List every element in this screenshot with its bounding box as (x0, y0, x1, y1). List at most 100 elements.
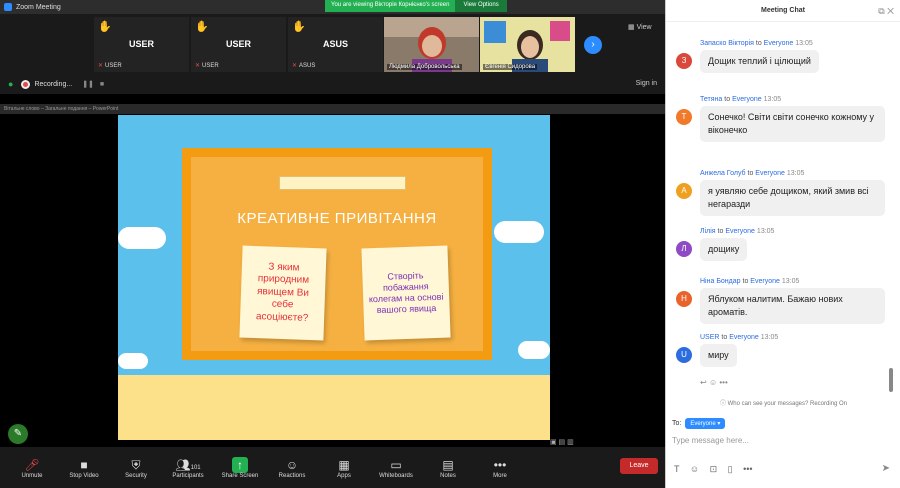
cloud-decoration (118, 227, 166, 249)
message-time: 13:05 (786, 170, 805, 177)
message-meta: Запаско Вікторія to Everyone 13:05 (700, 38, 891, 50)
annotate-pencil-icon[interactable]: ✎ (8, 424, 28, 444)
shared-window-title: Вітальне слово – Загальне подання – Powe… (0, 104, 665, 114)
muted-mic-icon: 🎤︎ (24, 457, 40, 472)
message-bubble: я уявляю себе дощиком, який змив всі нег… (700, 180, 885, 217)
message-meta: Анжела Голуб to Everyone 13:05 (700, 168, 891, 180)
privacy-notice[interactable]: ⓘ Who can see your messages? Recording O… (666, 398, 900, 407)
message-time: 13:05 (781, 278, 800, 285)
avatar[interactable]: U (676, 347, 692, 363)
stop-video-button[interactable]: ■ Stop Video (58, 457, 110, 479)
share-screen-button[interactable]: ↑ Share Screen (214, 456, 266, 479)
muted-mic-icon: ✕ (195, 63, 201, 69)
leave-button[interactable]: Leave (620, 458, 658, 474)
next-page-arrow-icon[interactable]: › (584, 36, 602, 54)
muted-mic-icon: ✕ (292, 63, 298, 69)
info-icon: ⓘ (719, 401, 728, 407)
participants-icon: 👥︎101 (175, 457, 201, 472)
video-camera-icon: ■ (80, 457, 88, 472)
message-time: 13:05 (795, 40, 813, 47)
message-bubble: Дощик теплий і цілющий (700, 50, 819, 74)
chat-scrollbar[interactable] (889, 368, 893, 392)
to-label: to (742, 278, 749, 285)
slide-heading: КРЕАТИВНЕ ПРИВІТАННЯ (237, 210, 437, 227)
participant-video[interactable]: Людмила Добровольська (384, 17, 479, 72)
emoji-icon: ☺ (708, 378, 718, 387)
format-icon: T (674, 464, 680, 474)
participant-label: ASUS (322, 39, 348, 49)
recipient-name: Everyone (732, 96, 762, 103)
view-button[interactable]: ▦ View (628, 23, 652, 31)
ground-floor (118, 375, 550, 440)
chat-input-tools[interactable]: T ☺ ⊡ ▯ ••• (674, 464, 753, 475)
apps-button[interactable]: ▦ Apps (318, 457, 370, 479)
message-reactions[interactable]: ↩ ☺ ••• (700, 378, 728, 387)
message-meta: USER to Everyone 13:05 (700, 332, 891, 344)
chat-message: U USER to Everyone 13:05 миру (666, 332, 891, 368)
recording-label: Recording... (34, 80, 73, 88)
pause-icon[interactable]: ❚❚ (82, 80, 94, 88)
status-bar: ● Recording... ❚❚ ■ Sign in (0, 74, 665, 94)
message-time: 13:05 (763, 96, 782, 103)
stop-icon[interactable]: ■ (100, 81, 104, 88)
sender-name: Ніна Бондар (700, 278, 741, 285)
message-bubble: Сонечко! Світи світи сонечко кожному у в… (700, 106, 885, 143)
recipient-name: Everyone (729, 334, 759, 341)
viewing-screen-label: You are viewing Вікторія Корнієнко's scr… (325, 0, 456, 12)
security-button[interactable]: ⛨ Security (110, 457, 162, 479)
participant-tile[interactable]: ✋ USER ✕ USER (94, 17, 189, 72)
message-meta: Тетяна to Everyone 13:05 (700, 94, 891, 106)
message-bubble: миру (700, 344, 737, 368)
cloud-decoration (518, 341, 550, 359)
send-icon[interactable]: ➤ (882, 463, 890, 474)
popout-icon: ⧉ (878, 6, 885, 16)
message-bubble: дощику (700, 238, 748, 262)
sender-name: USER (700, 334, 720, 341)
shield-icon: ● (8, 79, 14, 89)
chat-message: З Запаско Вікторія to Everyone 13:05 Дощик … (666, 38, 891, 74)
share-banner: You are viewing Вікторія Корнієнко's scr… (325, 0, 507, 12)
participant-tile[interactable]: ✋ ASUS ✕ ASUS (288, 17, 383, 72)
chat-title: Meeting Chat (761, 7, 805, 14)
participant-name: ✕ ASUS (292, 63, 316, 69)
grid-icon: ▦ (628, 24, 637, 31)
emoji-icon: ☺ (689, 464, 700, 474)
share-screen-icon: ↑ (232, 456, 248, 473)
video-participant-name: Людмила Добровольська (387, 64, 462, 70)
notes-icon: ▤ (442, 457, 454, 472)
unmute-button[interactable]: 🎤︎ Unmute (6, 457, 58, 479)
message-time: 13:05 (760, 334, 779, 341)
whiteboards-button[interactable]: ▭ Whiteboards (370, 457, 422, 479)
participants-button[interactable]: 👥︎101 Participants (162, 457, 214, 479)
participant-video[interactable]: Євгенія Сидорова (480, 17, 575, 72)
view-options-button[interactable]: View Options (455, 0, 507, 12)
to-label: to (747, 170, 754, 177)
avatar[interactable]: Л (676, 241, 692, 257)
avatar[interactable]: Т (676, 109, 692, 125)
sticky-note-question: З яким природним явищем Ви себе асоціюєт… (239, 245, 327, 341)
chat-message-input[interactable]: Type message here... (672, 436, 895, 452)
whiteboard-icon: ▭ (390, 457, 402, 472)
slide-view-controls[interactable]: ▣ ▤ ▥ (550, 438, 574, 446)
recipient-row: To: Everyone ▾ (672, 418, 726, 429)
sender-name: Анжела Голуб (700, 170, 746, 177)
meeting-chat-panel: Meeting Chat ⧉ ✕ З Запаско Вікторія to Ev… (665, 0, 900, 488)
recipient-name: Everyone (725, 228, 755, 235)
apps-icon: ▦ (338, 457, 350, 472)
participant-tile[interactable]: ✋ USER ✕ USER (191, 17, 286, 72)
window-title: Zoom Meeting (16, 3, 61, 11)
sign-in-link[interactable]: Sign in (636, 80, 657, 87)
avatar[interactable]: Н (676, 291, 692, 307)
recipient-dropdown[interactable]: Everyone ▾ (685, 418, 726, 429)
more-button[interactable]: ••• More (474, 457, 526, 479)
participant-name: ✕ USER (195, 63, 219, 69)
notes-button[interactable]: ▤ Notes (422, 457, 474, 479)
recipient-name: Everyone (755, 170, 785, 177)
reactions-button[interactable]: ☺ Reactions (266, 457, 318, 479)
more-icon: ••• (493, 457, 507, 472)
avatar[interactable]: З (676, 53, 692, 69)
avatar[interactable]: А (676, 183, 692, 199)
chat-header-icons[interactable]: ⧉ ✕ (878, 0, 894, 22)
reactions-icon: ☺ (285, 457, 299, 472)
message-time: 13:05 (756, 228, 775, 235)
